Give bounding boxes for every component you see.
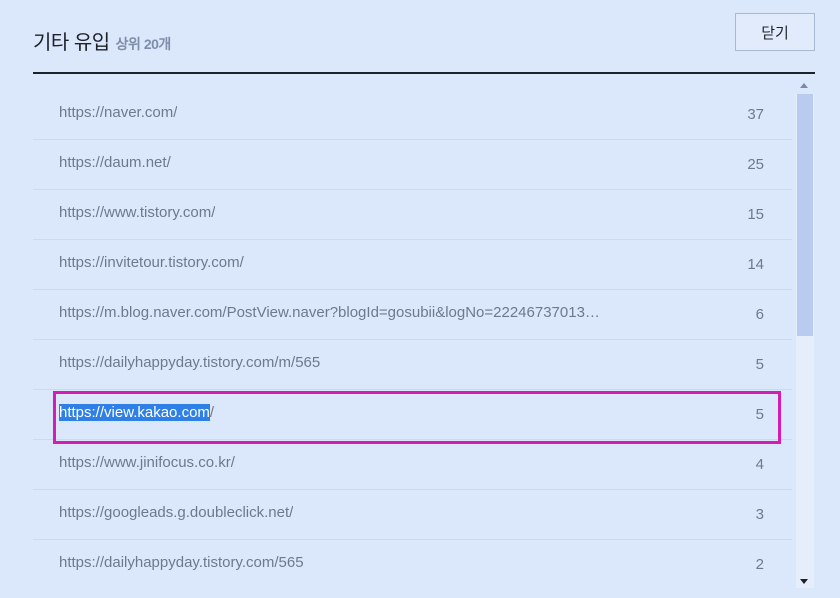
dialog-title: 기타 유입 상위 20개 (33, 26, 171, 55)
referrer-url[interactable]: https://m.blog.naver.com/PostView.naver?… (59, 304, 600, 321)
list-item[interactable]: https://www.jinifocus.co.kr/ 4 (33, 440, 792, 490)
list-item[interactable]: https://googleads.g.doubleclick.net/ 3 (33, 490, 792, 540)
list-item[interactable]: https://dailyhappyday.tistory.com/565 2 (33, 540, 792, 590)
list-item[interactable]: https://daum.net/ 25 (33, 140, 792, 190)
dialog-header: 기타 유입 상위 20개 닫기 (33, 13, 815, 74)
scroll-thumb[interactable] (797, 94, 813, 336)
referrer-count: 4 (755, 456, 764, 473)
title-text: 기타 유입 (33, 32, 110, 54)
selected-text: https://view.kakao.com (59, 404, 210, 421)
list-item-highlighted[interactable]: https://view.kakao.com/ 5 (33, 390, 792, 440)
referrer-count: 2 (755, 556, 764, 573)
referrer-count: 25 (747, 156, 764, 173)
referrer-url[interactable]: https://naver.com/ (59, 104, 177, 121)
list-item[interactable]: https://invitetour.tistory.com/ 14 (33, 240, 792, 290)
list-item[interactable]: https://www.tistory.com/ 15 (33, 190, 792, 240)
referrer-url[interactable]: https://www.tistory.com/ (59, 204, 215, 221)
unselected-text: / (209, 404, 215, 421)
referrer-url[interactable]: https://dailyhappyday.tistory.com/m/565 (59, 354, 320, 371)
referrer-url[interactable]: https://googleads.g.doubleclick.net/ (59, 504, 293, 521)
referrer-count: 5 (755, 356, 764, 373)
referrer-url[interactable]: https://daum.net/ (59, 154, 171, 171)
vertical-scrollbar[interactable] (796, 78, 814, 588)
scroll-track[interactable] (796, 94, 814, 588)
scroll-up-arrow-icon[interactable] (800, 83, 808, 88)
referrer-count: 15 (747, 206, 764, 223)
referrer-url[interactable]: https://dailyhappyday.tistory.com/565 (59, 554, 304, 571)
referrer-count: 5 (755, 406, 764, 423)
referrer-url[interactable]: https://view.kakao.com/ (59, 404, 214, 421)
referrer-list: https://naver.com/ 37 https://daum.net/ … (33, 90, 792, 590)
list-item[interactable]: https://m.blog.naver.com/PostView.naver?… (33, 290, 792, 340)
referrer-count: 6 (755, 306, 764, 323)
title-subtitle: 상위 20개 (115, 36, 172, 52)
referrer-count: 14 (747, 256, 764, 273)
referrer-url[interactable]: https://invitetour.tistory.com/ (59, 254, 244, 271)
list-item[interactable]: https://dailyhappyday.tistory.com/m/565 … (33, 340, 792, 390)
referrer-url[interactable]: https://www.jinifocus.co.kr/ (59, 454, 235, 471)
referrer-count: 3 (755, 506, 764, 523)
list-item[interactable]: https://naver.com/ 37 (33, 90, 792, 140)
close-button[interactable]: 닫기 (735, 13, 815, 51)
referrer-count: 37 (747, 106, 764, 123)
scroll-down-arrow-icon[interactable] (800, 579, 808, 584)
